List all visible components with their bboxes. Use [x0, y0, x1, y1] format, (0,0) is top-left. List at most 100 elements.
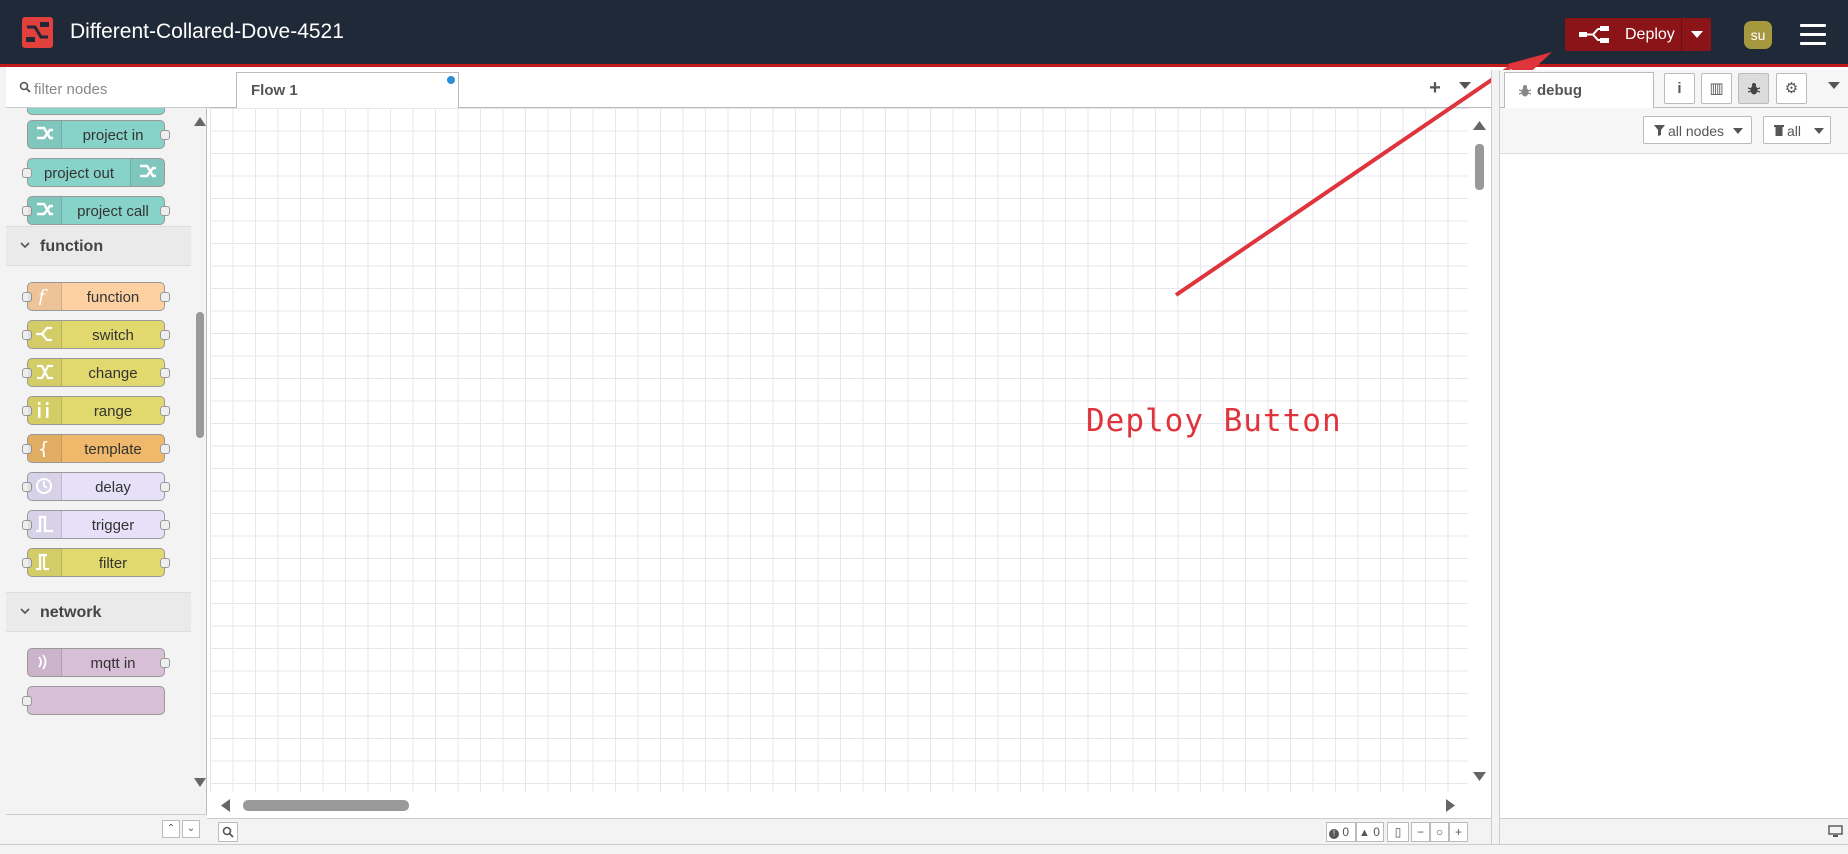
flow-canvas[interactable]: Deploy Button [210, 108, 1468, 792]
category-function-header[interactable]: function [6, 226, 191, 266]
palette-node-template[interactable]: { template [22, 434, 170, 463]
palette-node-list: project in project out project call func… [6, 108, 191, 814]
trash-icon [1774, 125, 1784, 136]
clear-debug-button[interactable]: all [1763, 116, 1831, 144]
category-network-header[interactable]: network [6, 592, 191, 632]
palette-node-range[interactable]: range [22, 396, 170, 425]
warning-count[interactable]: ▲ 0 [1356, 822, 1384, 842]
palette-scroll-thumb[interactable] [196, 312, 204, 438]
scroll-down-icon[interactable] [194, 778, 206, 788]
palette-node-mqtt-out[interactable] [22, 686, 165, 715]
app-title: Different-Collared-Dove-4521 [70, 20, 344, 43]
deploy-icon [1579, 25, 1611, 44]
palette-node-project-call[interactable]: project call [22, 196, 170, 225]
palette-node-switch[interactable]: switch [22, 320, 170, 349]
canvas-vertical-scroll-thumb[interactable] [1475, 144, 1484, 190]
node-label: trigger [91, 517, 135, 534]
template-icon: { [28, 435, 62, 462]
tab-flow-1[interactable]: Flow 1 [236, 72, 459, 109]
category-label: function [40, 238, 104, 255]
hamburger-menu-icon[interactable] [1800, 24, 1826, 46]
function-icon: ƒ [28, 283, 62, 310]
project-in-icon [28, 121, 62, 148]
node-label: filter [98, 555, 128, 572]
switch-icon [28, 321, 62, 348]
caret-down-icon [1733, 128, 1743, 134]
tab-label: Flow 1 [251, 82, 298, 99]
filter-nodes-input[interactable] [34, 78, 204, 100]
zoom-in-icon[interactable]: + [1449, 822, 1468, 842]
error-count[interactable]: ! 0 [1326, 822, 1356, 842]
gear-icon[interactable]: ⚙ [1776, 73, 1807, 104]
app-logo [22, 17, 53, 48]
zoom-reset-icon[interactable]: ○ [1430, 822, 1449, 842]
canvas-horizontal-scrollbar[interactable] [210, 792, 1468, 818]
search-flows-icon[interactable] [218, 822, 238, 842]
palette-node-filter[interactable]: filter [22, 548, 170, 577]
deploy-options-caret[interactable] [1681, 18, 1711, 51]
caret-down-icon [1690, 30, 1703, 38]
scroll-left-icon[interactable] [220, 799, 230, 812]
monitor-icon[interactable] [1828, 825, 1843, 838]
node-label: project in [82, 127, 144, 144]
palette-node-project-out[interactable]: project out [22, 158, 165, 187]
sidebar-footer [1500, 818, 1848, 844]
palette-scrollbar[interactable] [192, 108, 207, 814]
warning-count-value: 0 [1373, 825, 1380, 839]
warning-triangle-icon: ▲ [1359, 827, 1370, 839]
palette-node-trigger[interactable]: trigger [22, 510, 170, 539]
collapse-all-icon[interactable]: ⌃ [162, 820, 180, 838]
palette-node-change[interactable]: change [22, 358, 170, 387]
change-icon [28, 359, 62, 386]
error-count-value: 0 [1342, 825, 1350, 839]
canvas-horizontal-scroll-thumb[interactable] [243, 800, 409, 811]
expand-all-icon[interactable]: ⌄ [182, 820, 200, 838]
scroll-up-icon[interactable] [1473, 120, 1486, 130]
user-avatar[interactable]: su [1744, 21, 1772, 49]
delay-clock-icon [28, 473, 62, 500]
project-out-icon [130, 159, 164, 186]
node-label: range [93, 403, 133, 420]
tab-debug[interactable]: debug [1504, 72, 1654, 109]
palette-node-project-in[interactable]: project in [27, 120, 170, 149]
scroll-down-icon[interactable] [1473, 772, 1486, 782]
add-flow-button[interactable]: + [1425, 78, 1445, 98]
range-icon [28, 397, 62, 424]
scroll-up-icon[interactable] [194, 116, 206, 126]
scroll-right-icon[interactable] [1446, 799, 1456, 812]
node-label: mqtt in [90, 655, 136, 672]
clear-debug-label: all [1787, 123, 1802, 139]
palette-node-mqtt-in[interactable]: mqtt in [27, 648, 170, 677]
svg-text:ƒ: ƒ [35, 287, 48, 305]
error-circle-icon: ! [1329, 829, 1339, 839]
app-header: Different-Collared-Dove-4521 Deploy su [0, 0, 1848, 67]
map-icon[interactable]: ▯ [1387, 822, 1409, 842]
tab-label: debug [1537, 82, 1582, 99]
caret-down-icon [1814, 128, 1824, 134]
palette-node-delay[interactable]: delay [22, 472, 170, 501]
node-label: project out [43, 165, 115, 182]
palette-node-function[interactable]: ƒ function [22, 282, 170, 311]
sidebar-caret-icon[interactable] [1828, 82, 1840, 90]
category-label: network [40, 604, 102, 621]
palette-filter [6, 70, 207, 108]
filter-icon [28, 549, 62, 576]
canvas-vertical-scrollbar[interactable] [1468, 108, 1491, 792]
tab-list-caret-icon[interactable] [1459, 82, 1471, 90]
bug-icon [1519, 85, 1531, 97]
debug-filter-button[interactable]: all nodes [1643, 116, 1752, 144]
node-label: switch [92, 327, 134, 344]
zoom-out-icon[interactable]: − [1411, 822, 1430, 842]
book-icon[interactable]: ▥ [1701, 73, 1732, 104]
window-bottom-edge [0, 844, 1848, 854]
sidebar-resize-handle[interactable] [1491, 70, 1500, 844]
debug-toolbar: all nodes all [1500, 108, 1848, 154]
palette-footer: ⌃ ⌄ [6, 814, 207, 844]
chevron-down-icon [20, 608, 30, 615]
deploy-button[interactable]: Deploy [1565, 18, 1711, 51]
debug-bug-icon[interactable] [1738, 73, 1769, 104]
workspace-tabs: Flow 1 + [207, 70, 1491, 109]
info-icon[interactable]: i [1664, 73, 1695, 104]
filter-funnel-icon [1654, 125, 1665, 136]
palette-node-link-call[interactable] [27, 108, 165, 115]
